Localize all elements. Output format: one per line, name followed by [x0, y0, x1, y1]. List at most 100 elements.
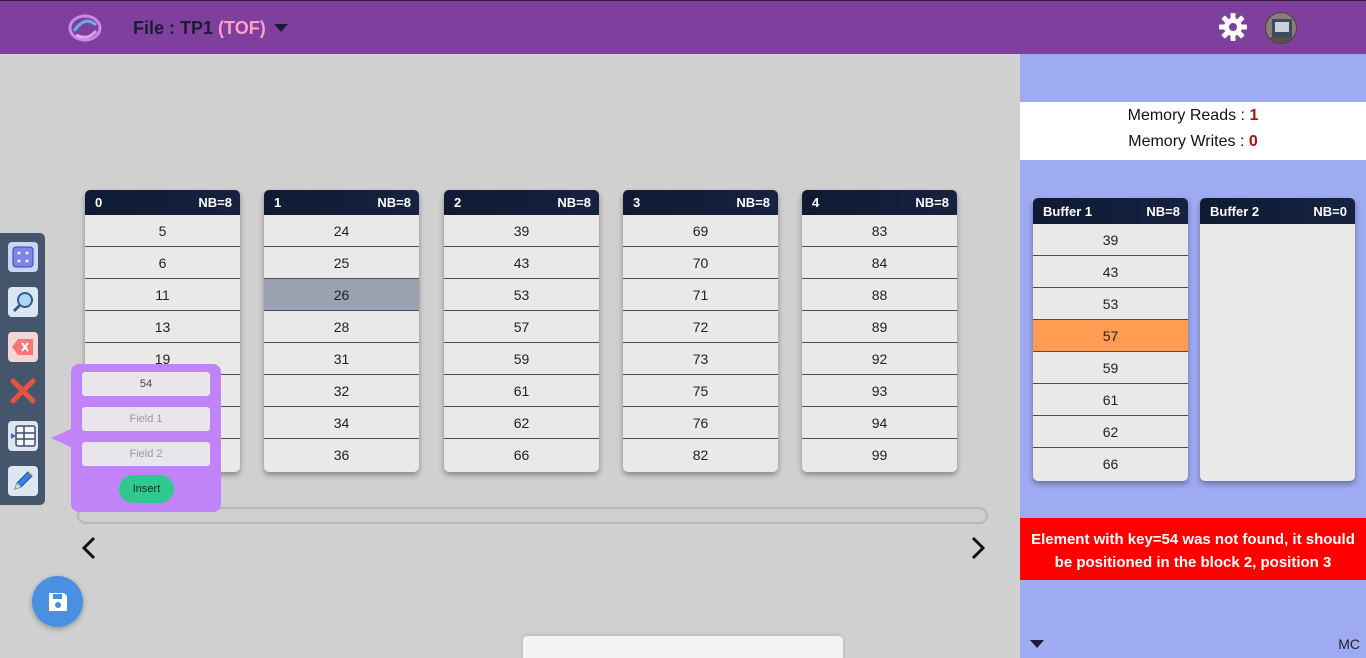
block-count: NB=8	[557, 195, 591, 210]
buffer-cell[interactable]: 62	[1033, 416, 1188, 448]
block-cell[interactable]: 75	[623, 375, 778, 407]
tool-sidebar	[0, 233, 45, 505]
block-cell[interactable]: 28	[264, 311, 419, 343]
block-3: 3 NB=8 69 70 71 72 73 75 76 82	[623, 190, 778, 472]
insert-popover: Insert	[71, 364, 221, 512]
block-cell[interactable]: 11	[85, 279, 240, 311]
save-button[interactable]	[32, 576, 83, 627]
buffer-2: Buffer 2 NB=0	[1200, 198, 1355, 481]
insert-button[interactable]: Insert	[119, 475, 174, 503]
block-cell[interactable]: 61	[444, 375, 599, 407]
edit-icon[interactable]	[8, 466, 38, 496]
buffer-cell[interactable]: 39	[1033, 224, 1188, 256]
block-cell-highlighted[interactable]: 26	[264, 279, 419, 311]
block-cell[interactable]: 34	[264, 407, 419, 439]
avatar[interactable]	[1265, 12, 1297, 44]
memory-writes-label: Memory Writes :	[1128, 133, 1245, 150]
chevron-right-icon[interactable]	[965, 535, 989, 561]
block-cell[interactable]: 94	[802, 407, 957, 439]
block-cell[interactable]: 24	[264, 215, 419, 247]
block-cell[interactable]: 99	[802, 439, 957, 471]
block-cell[interactable]: 57	[444, 311, 599, 343]
memory-writes: Memory Writes : 0	[1020, 133, 1366, 151]
block-cell[interactable]: 76	[623, 407, 778, 439]
block-1: 1 NB=8 24 25 26 28 31 32 34 36	[264, 190, 419, 472]
block-cell[interactable]: 53	[444, 279, 599, 311]
block-cell[interactable]: 25	[264, 247, 419, 279]
block-header: 1 NB=8	[264, 190, 419, 215]
block-cell[interactable]: 36	[264, 439, 419, 471]
block-4: 4 NB=8 83 84 88 89 92 93 94 99	[802, 190, 957, 472]
field2-input[interactable]	[82, 442, 210, 466]
block-cell[interactable]: 82	[623, 439, 778, 471]
block-cell[interactable]: 59	[444, 343, 599, 375]
search-result-message: Element with key=54 was not found, it sh…	[1020, 518, 1366, 580]
buffer-cell[interactable]: 61	[1033, 384, 1188, 416]
block-header: 0 NB=8	[85, 190, 240, 215]
block-cell[interactable]: 72	[623, 311, 778, 343]
file-type: (TOF)	[218, 18, 266, 38]
memory-stats: Memory Reads : 1 Memory Writes : 0	[1020, 102, 1366, 160]
buffer-cell[interactable]: 53	[1033, 288, 1188, 320]
chevron-left-icon[interactable]	[78, 535, 102, 561]
buffer-header: Buffer 2 NB=0	[1200, 198, 1355, 224]
block-header: 3 NB=8	[623, 190, 778, 215]
block-count: NB=8	[198, 195, 232, 210]
file-dropdown-icon[interactable]	[274, 24, 288, 32]
block-header: 4 NB=8	[802, 190, 957, 215]
file-title[interactable]: File : TP1 (TOF)	[133, 18, 266, 39]
buffer-cell[interactable]: 66	[1033, 448, 1188, 480]
block-cell[interactable]: 5	[85, 215, 240, 247]
key-input[interactable]	[82, 372, 210, 396]
buffer-count: NB=8	[1146, 203, 1180, 219]
gear-icon[interactable]	[1218, 12, 1248, 42]
right-panel: Memory Reads : 1 Memory Writes : 0 Buffe…	[1020, 54, 1366, 658]
block-cell[interactable]: 32	[264, 375, 419, 407]
buffer-cell-highlighted[interactable]: 57	[1033, 320, 1188, 352]
block-cell[interactable]: 92	[802, 343, 957, 375]
memory-writes-value: 0	[1248, 133, 1258, 150]
bottom-drawer[interactable]	[523, 636, 843, 658]
save-icon	[48, 592, 67, 611]
block-cell[interactable]: 84	[802, 247, 957, 279]
block-index: 4	[812, 195, 820, 210]
block-count: NB=8	[377, 195, 411, 210]
block-cell[interactable]: 31	[264, 343, 419, 375]
block-cell[interactable]: 93	[802, 375, 957, 407]
block-cell[interactable]: 83	[802, 215, 957, 247]
buffer-name: Buffer 1	[1043, 203, 1093, 219]
delete-icon[interactable]	[8, 376, 38, 406]
grid-icon[interactable]	[8, 242, 38, 272]
block-index: 3	[633, 195, 641, 210]
block-cell[interactable]: 88	[802, 279, 957, 311]
chevron-down-icon[interactable]	[1030, 640, 1044, 648]
block-cell[interactable]: 39	[444, 215, 599, 247]
block-cell[interactable]: 73	[623, 343, 778, 375]
block-cell[interactable]: 43	[444, 247, 599, 279]
file-name: File : TP1	[133, 18, 214, 38]
block-cell[interactable]: 89	[802, 311, 957, 343]
block-index: 2	[454, 195, 462, 210]
block-count: NB=8	[915, 195, 949, 210]
app-logo-icon[interactable]	[66, 11, 104, 45]
block-index: 0	[95, 195, 103, 210]
block-cell[interactable]: 6	[85, 247, 240, 279]
memory-reads-value: 1	[1249, 107, 1259, 124]
block-header: 2 NB=8	[444, 190, 599, 215]
block-cell[interactable]: 71	[623, 279, 778, 311]
table-insert-icon[interactable]	[8, 421, 38, 451]
block-cell[interactable]: 70	[623, 247, 778, 279]
search-icon[interactable]	[8, 287, 38, 317]
block-cell[interactable]: 13	[85, 311, 240, 343]
block-cell[interactable]: 62	[444, 407, 599, 439]
footer-tag: MC	[1338, 636, 1360, 652]
erase-icon[interactable]	[8, 332, 38, 362]
block-index: 1	[274, 195, 282, 210]
buffer-cell[interactable]: 43	[1033, 256, 1188, 288]
field1-input[interactable]	[82, 407, 210, 431]
popover-tail	[51, 429, 71, 447]
block-cell[interactable]: 66	[444, 439, 599, 471]
buffer-cell[interactable]: 59	[1033, 352, 1188, 384]
buffer-1: Buffer 1 NB=8 39 43 53 57 59 61 62 66	[1033, 198, 1188, 481]
block-cell[interactable]: 69	[623, 215, 778, 247]
